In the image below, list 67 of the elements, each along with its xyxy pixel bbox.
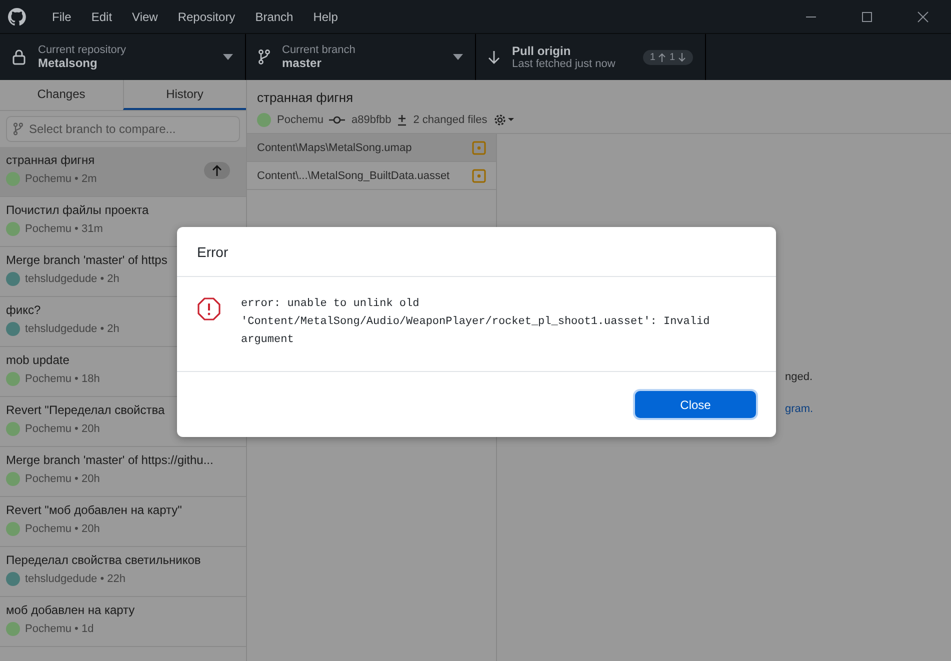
commit-title: Переделал свойства светильников bbox=[6, 553, 201, 567]
commit-author-time: Pochemu • 1d bbox=[25, 623, 94, 635]
commit-summary: странная фигня bbox=[257, 90, 354, 105]
repository-name: Metalsong bbox=[38, 56, 98, 70]
pull-title: Pull origin bbox=[512, 44, 572, 58]
commit-sha: a89bfbb bbox=[351, 114, 392, 126]
commit-author-time: tehsludgedude • 2h bbox=[25, 323, 120, 335]
branch-icon bbox=[258, 49, 270, 65]
commit-item[interactable]: моб добавлен на карту Pochemu • 1d bbox=[0, 597, 246, 647]
modified-icon bbox=[472, 168, 486, 182]
partial-text: nged. bbox=[785, 371, 813, 383]
lock-icon bbox=[12, 49, 26, 65]
modified-icon bbox=[472, 140, 486, 154]
logo-icon bbox=[8, 8, 26, 26]
ahead-behind-badge: 1 1 bbox=[642, 50, 693, 64]
avatar-icon bbox=[257, 113, 271, 127]
commit-author: Pochemu bbox=[277, 114, 324, 126]
partial-link[interactable]: gram. bbox=[785, 403, 814, 415]
commit-author-time: tehsludgedude • 22h bbox=[25, 573, 126, 585]
commit-author-time: Pochemu • 31m bbox=[25, 223, 103, 235]
commit-item[interactable]: Merge branch 'master' of https://githu... Pochemu • 20h bbox=[0, 447, 246, 497]
commit-title: Почистил файлы проекта bbox=[6, 203, 149, 217]
commit-icon bbox=[329, 116, 346, 124]
changed-file-item[interactable]: Content\Maps\MetalSong.umap bbox=[247, 134, 496, 162]
caret-icon bbox=[223, 54, 233, 60]
commit-title: Revert "Переделал свойства bbox=[6, 403, 165, 417]
repository-label: Current repository bbox=[38, 44, 128, 56]
commit-title: странная фигня bbox=[6, 153, 95, 167]
commit-author-time: Pochemu • 20h bbox=[25, 423, 100, 435]
changed-file-item[interactable]: Content\...\MetalSong_BuiltData.uasset bbox=[247, 162, 496, 190]
diff-icon bbox=[397, 114, 408, 126]
menu-item[interactable]: View bbox=[122, 10, 168, 24]
commit-author-time: Pochemu • 20h bbox=[25, 523, 100, 535]
commit-title: моб добавлен на карту bbox=[6, 603, 135, 617]
dialog-title: Error bbox=[177, 227, 776, 277]
commit-item[interactable]: странная фигня Pochemu • 2m bbox=[0, 147, 246, 197]
commit-author-time: Pochemu • 18h bbox=[25, 373, 100, 385]
menu-item[interactable]: File bbox=[42, 10, 82, 24]
commit-author-time: Pochemu • 20h bbox=[25, 473, 100, 485]
arrow-down-icon bbox=[488, 50, 500, 64]
commit-author-time: tehsludgedude • 2h bbox=[25, 273, 120, 285]
maximize-icon[interactable] bbox=[861, 10, 873, 22]
commit-title: Merge branch 'master' of https://githu... bbox=[6, 453, 214, 467]
pull-button[interactable]: Pull origin Last fetched just now 1 1 bbox=[476, 34, 706, 80]
commit-title: фикс? bbox=[6, 303, 41, 317]
commit-title: mob update bbox=[6, 353, 70, 367]
branch-label: Current branch bbox=[282, 44, 356, 56]
menu-item[interactable]: Repository bbox=[168, 10, 246, 24]
branch-compare-field[interactable]: Select branch to compare... bbox=[6, 116, 240, 142]
close-icon[interactable] bbox=[917, 10, 929, 22]
commit-item[interactable]: Revert "моб добавлен на карту" Pochemu • 20h bbox=[0, 497, 246, 547]
menu-item[interactable]: Edit bbox=[81, 10, 122, 24]
caret-icon bbox=[453, 54, 463, 60]
error-icon bbox=[197, 297, 221, 321]
menu-item[interactable]: Branch bbox=[245, 10, 304, 24]
changed-files-count: 2 changed files bbox=[413, 114, 488, 126]
branch-name: master bbox=[282, 56, 322, 70]
branch-selector[interactable]: Current branch master bbox=[246, 34, 476, 80]
menu-item[interactable]: Help bbox=[303, 10, 348, 24]
settings-icon[interactable] bbox=[493, 113, 516, 127]
commit-title: Revert "моб добавлен на карту" bbox=[6, 503, 182, 517]
last-fetched-text: Last fetched just now bbox=[512, 58, 616, 70]
commit-author-time: Pochemu • 2m bbox=[25, 173, 97, 185]
sidebar-tab[interactable]: History bbox=[122, 80, 246, 110]
close-button[interactable]: Close bbox=[635, 391, 756, 418]
commit-item[interactable]: Переделал свойства светильников tehsludgedude • 22h bbox=[0, 547, 246, 597]
commit-title: Merge branch 'master' of https bbox=[6, 253, 168, 267]
